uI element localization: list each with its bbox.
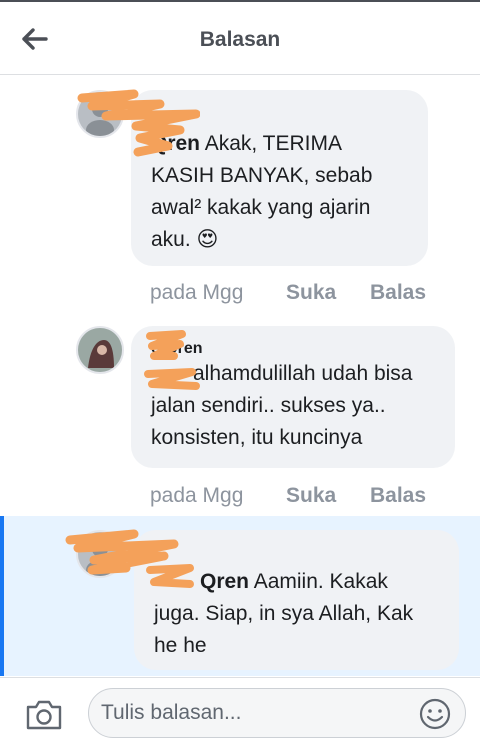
camera-button[interactable] xyxy=(24,698,66,732)
like-button[interactable]: Suka xyxy=(286,281,336,305)
comment-author[interactable]: o Qren xyxy=(151,338,435,360)
smiley-icon xyxy=(419,698,451,730)
reply-composer xyxy=(0,677,480,748)
avatar[interactable] xyxy=(76,326,124,374)
redaction-scribble xyxy=(146,564,194,588)
comment-time: pada Mgg xyxy=(150,484,244,507)
reply-input[interactable] xyxy=(101,697,411,729)
reply-button[interactable]: Balas xyxy=(370,281,426,305)
page-title: Balasan xyxy=(199,28,281,51)
reply-button[interactable]: Balas xyxy=(370,484,426,508)
redaction-scribble xyxy=(144,368,200,390)
camera-icon xyxy=(26,700,62,730)
avatar-photo xyxy=(78,328,122,372)
redaction-scribble xyxy=(77,89,200,157)
like-button[interactable]: Suka xyxy=(286,484,336,508)
comment-author[interactable]: Qren xyxy=(200,570,249,593)
top-bar: Balasan xyxy=(0,2,480,75)
comment-time: pada Mgg xyxy=(150,281,244,304)
comment-meta: pada Mgg Suka Balas xyxy=(150,281,450,309)
comment-meta: pada Mgg Suka Balas xyxy=(150,484,450,512)
emoji-button[interactable] xyxy=(419,698,451,730)
reply-input-container xyxy=(88,688,466,738)
